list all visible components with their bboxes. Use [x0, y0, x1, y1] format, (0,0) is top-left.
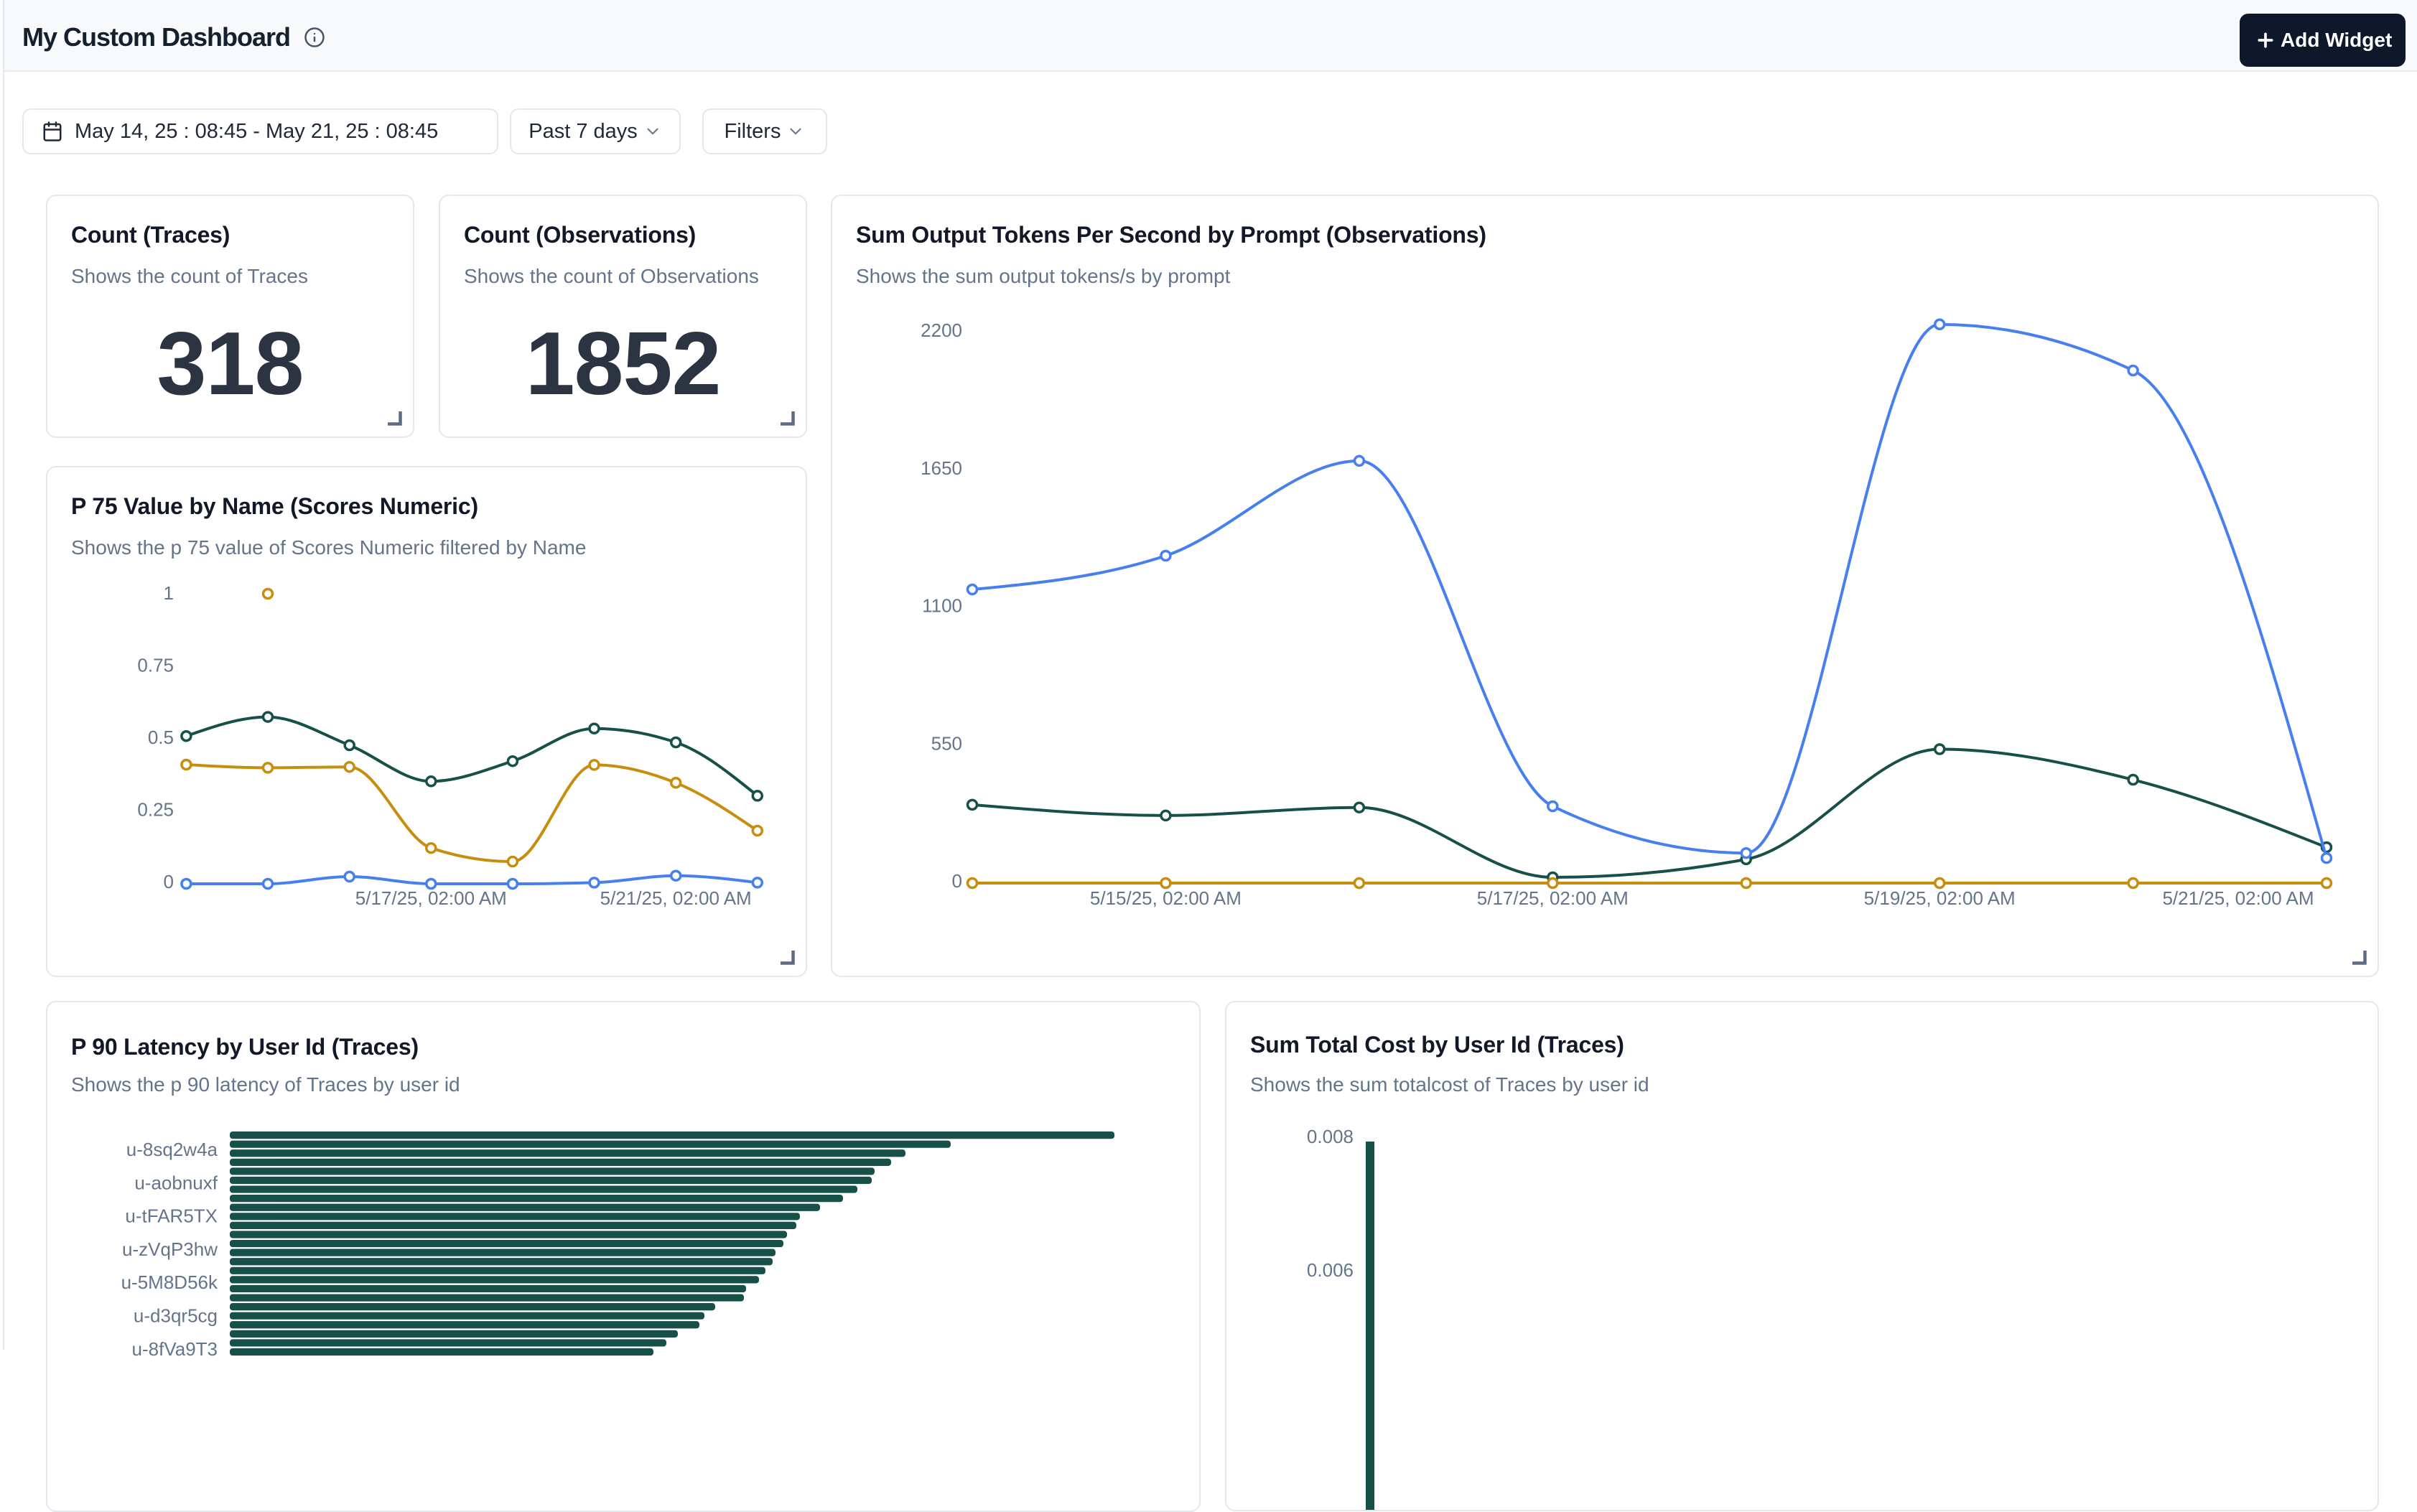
svg-text:0: 0 — [164, 871, 174, 892]
svg-text:5/21/25, 02:00 AM: 5/21/25, 02:00 AM — [600, 887, 752, 909]
svg-text:u-tFAR5TX: u-tFAR5TX — [125, 1205, 218, 1227]
svg-text:u-8fVa9T3: u-8fVa9T3 — [132, 1338, 218, 1360]
svg-text:0.5: 0.5 — [148, 727, 174, 748]
svg-text:5/17/25, 02:00 AM: 5/17/25, 02:00 AM — [355, 887, 507, 909]
svg-text:5/17/25, 02:00 AM: 5/17/25, 02:00 AM — [1477, 887, 1629, 909]
svg-text:5/15/25, 02:00 AM: 5/15/25, 02:00 AM — [1090, 887, 1242, 909]
svg-text:0.008: 0.008 — [1307, 1126, 1354, 1147]
svg-text:0.006: 0.006 — [1307, 1259, 1354, 1281]
svg-text:550: 550 — [931, 732, 962, 754]
svg-text:5/21/25, 02:00 AM: 5/21/25, 02:00 AM — [2162, 887, 2314, 909]
svg-text:u-zVqP3hw: u-zVqP3hw — [122, 1238, 218, 1260]
svg-text:5/19/25, 02:00 AM: 5/19/25, 02:00 AM — [1864, 887, 2016, 909]
svg-text:0: 0 — [952, 870, 962, 892]
svg-text:1100: 1100 — [922, 595, 962, 617]
svg-text:u-d3qr5cg: u-d3qr5cg — [134, 1305, 218, 1327]
svg-text:u-aobnuxf: u-aobnuxf — [134, 1172, 218, 1193]
svg-text:u-5M8D56k: u-5M8D56k — [121, 1271, 218, 1293]
svg-text:1: 1 — [164, 582, 174, 604]
svg-text:1650: 1650 — [921, 457, 962, 479]
svg-text:0.75: 0.75 — [137, 655, 174, 676]
svg-text:u-8sq2w4a: u-8sq2w4a — [126, 1139, 218, 1160]
svg-text:2200: 2200 — [921, 319, 962, 341]
svg-text:0.25: 0.25 — [137, 799, 174, 821]
